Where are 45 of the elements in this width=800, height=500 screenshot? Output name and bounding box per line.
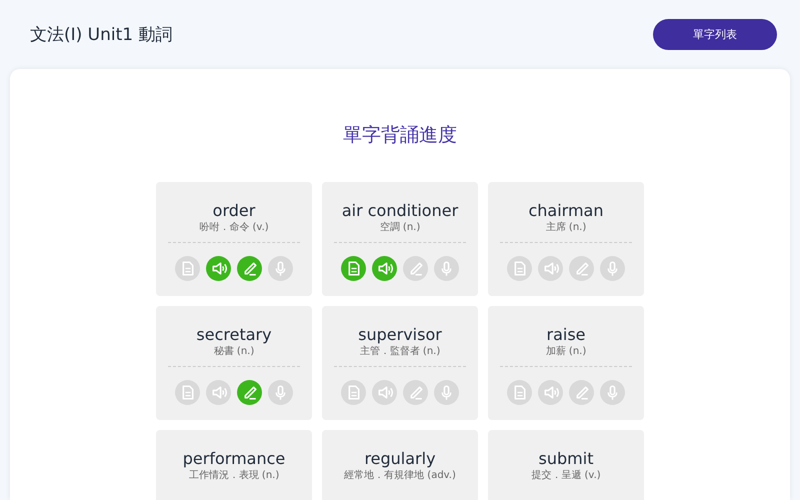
- microphone-icon[interactable]: [600, 380, 625, 405]
- document-icon[interactable]: [175, 380, 200, 405]
- word-meaning: 加薪 (n.): [544, 345, 588, 359]
- pencil-icon[interactable]: [569, 380, 594, 405]
- word-meaning: 工作情況．表現 (n.): [188, 469, 280, 483]
- speaker-icon[interactable]: [206, 256, 231, 281]
- microphone-icon[interactable]: [268, 256, 293, 281]
- speaker-icon[interactable]: [372, 256, 397, 281]
- document-icon[interactable]: [175, 256, 200, 281]
- english-word: chairman: [527, 201, 604, 221]
- microphone-icon[interactable]: [434, 256, 459, 281]
- word-meaning: 主管．監督者 (n.): [358, 345, 442, 359]
- page-title: 文法(I) Unit1 動詞: [30, 24, 173, 46]
- word-meaning: 吩咐．命令 (v.): [198, 221, 270, 235]
- speaker-icon[interactable]: [206, 380, 231, 405]
- pencil-icon[interactable]: [403, 380, 428, 405]
- document-icon[interactable]: [507, 256, 532, 281]
- speaker-icon[interactable]: [372, 380, 397, 405]
- microphone-icon[interactable]: [268, 380, 293, 405]
- pencil-icon[interactable]: [237, 380, 262, 405]
- pencil-icon[interactable]: [237, 256, 262, 281]
- microphone-icon[interactable]: [434, 380, 459, 405]
- speaker-icon[interactable]: [538, 380, 563, 405]
- document-icon[interactable]: [507, 380, 532, 405]
- word-meaning: 主席 (n.): [544, 221, 588, 235]
- word-meaning: 秘書 (n.): [212, 345, 256, 359]
- word-meaning: 經常地．有規律地 (adv.): [343, 469, 457, 483]
- english-word: raise: [545, 325, 586, 345]
- speaker-icon[interactable]: [538, 256, 563, 281]
- pencil-icon[interactable]: [569, 256, 594, 281]
- microphone-icon[interactable]: [600, 256, 625, 281]
- document-icon[interactable]: [341, 256, 366, 281]
- english-word: secretary: [195, 325, 273, 345]
- progress-heading: 單字背誦進度: [342, 123, 458, 148]
- pencil-icon[interactable]: [403, 256, 428, 281]
- english-word: regularly: [363, 449, 437, 469]
- document-icon[interactable]: [341, 380, 366, 405]
- english-word: order: [212, 201, 256, 221]
- word-meaning: 空調 (n.): [378, 221, 422, 235]
- english-word: air conditioner: [340, 201, 460, 221]
- english-word: supervisor: [357, 325, 443, 345]
- word-meaning: 提交．呈遞 (v.): [530, 469, 602, 483]
- word-list-button[interactable]: 單字列表: [653, 19, 777, 50]
- english-word: submit: [538, 449, 594, 469]
- english-word: performance: [182, 449, 286, 469]
